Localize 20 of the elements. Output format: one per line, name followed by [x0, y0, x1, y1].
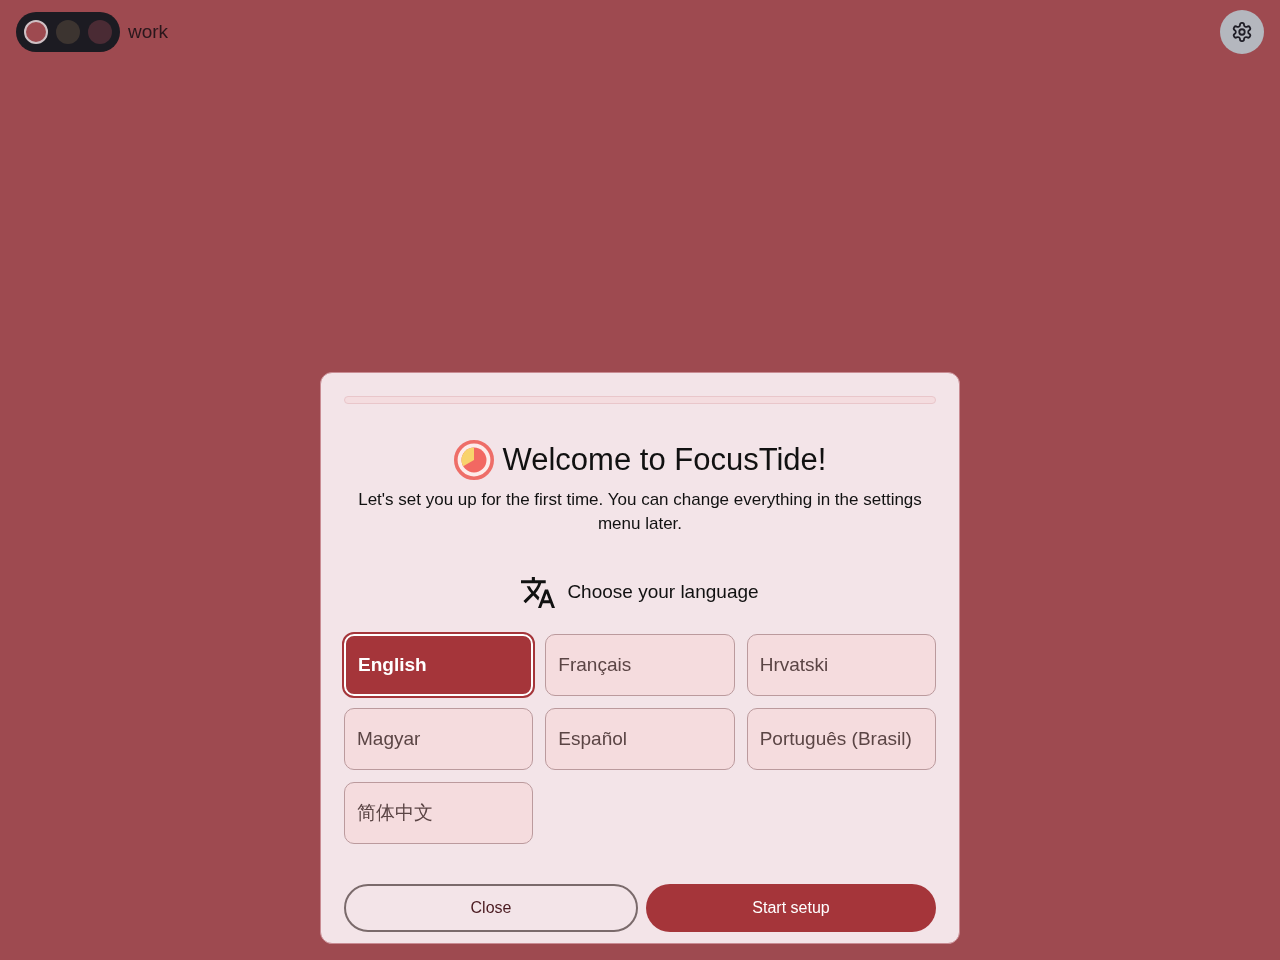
mode-dot[interactable] — [56, 20, 80, 44]
language-option[interactable]: Português (Brasil) — [746, 708, 936, 770]
language-option[interactable]: Español — [545, 708, 735, 770]
language-option[interactable]: Hrvatski — [746, 634, 936, 696]
language-option[interactable]: English — [344, 634, 534, 696]
language-option[interactable]: 简体中文 — [344, 782, 534, 844]
timer-logo-icon — [453, 440, 494, 480]
start-button[interactable]: Start setup — [646, 884, 936, 932]
translate-icon — [521, 576, 556, 608]
dialog-title: Welcome to FocusTide! — [502, 441, 827, 479]
language-option[interactable]: Français — [545, 634, 735, 696]
settings-button[interactable] — [1220, 10, 1264, 54]
close-button[interactable]: Close — [344, 884, 638, 932]
mode-label: work — [128, 21, 169, 43]
mode-dot[interactable] — [88, 20, 112, 44]
settings-icon — [1232, 22, 1252, 42]
language-heading: Choose your language — [567, 581, 759, 603]
dialog-subtitle: Let's set you up for the first time. You can change everything in the settings menu later. — [357, 489, 923, 535]
language-option[interactable]: Magyar — [344, 708, 534, 770]
mode-dot[interactable] — [24, 20, 48, 44]
